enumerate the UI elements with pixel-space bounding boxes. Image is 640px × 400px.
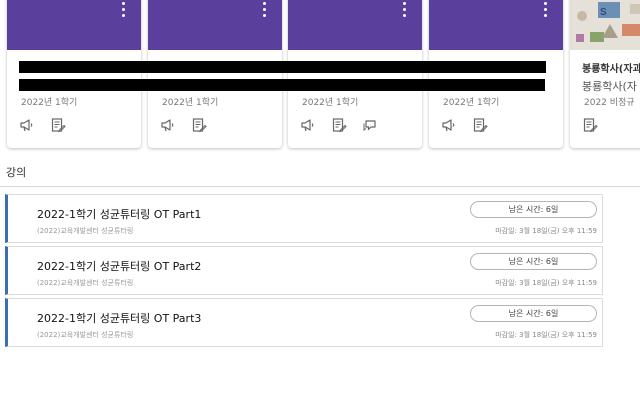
redaction-bar bbox=[19, 61, 546, 73]
dashboard: 2022년 1학기 2022년 1학기 2022년 1학기 2022년 1학기 … bbox=[0, 0, 640, 400]
assignment-icon[interactable] bbox=[191, 117, 207, 133]
assignment-icon[interactable] bbox=[331, 117, 347, 133]
course-title: 봉룡학사(자과 bbox=[582, 64, 640, 75]
svg-text:S: S bbox=[600, 7, 607, 18]
lecture-organizer: (2022)교육개발센터 성균튜터링 bbox=[37, 227, 134, 235]
announcement-icon[interactable] bbox=[300, 117, 316, 133]
lecture-deadline: 마감일: 3월 18일(금) 오후 11:59 bbox=[495, 279, 597, 287]
section-divider bbox=[0, 186, 640, 187]
course-subtitle: 봉룡학사(자 bbox=[582, 80, 637, 93]
course-term: 2022년 1학기 bbox=[443, 98, 500, 108]
course-card[interactable]: 2022년 1학기 bbox=[429, 0, 563, 148]
more-options-icon[interactable] bbox=[402, 2, 408, 20]
assignment-icon[interactable] bbox=[582, 117, 598, 133]
remaining-time-badge: 남은 시간: 6일 bbox=[470, 201, 597, 218]
more-options-icon[interactable] bbox=[121, 2, 127, 20]
more-options-icon[interactable] bbox=[262, 2, 268, 20]
course-card[interactable]: S 봉룡학사(자과 봉룡학사(자 2022 비정규 bbox=[570, 0, 640, 148]
redaction-bar bbox=[19, 79, 545, 91]
course-card[interactable]: 2022년 1학기 bbox=[7, 0, 141, 148]
course-card-row: 2022년 1학기 2022년 1학기 2022년 1학기 2022년 1학기 … bbox=[0, 0, 640, 152]
course-term: 2022 비정규 bbox=[584, 98, 635, 108]
lecture-item[interactable]: 2022-1학기 성균튜터링 OT Part2 (2022)교육개발센터 성균튜… bbox=[5, 246, 603, 295]
lecture-deadline: 마감일: 3월 18일(금) 오후 11:59 bbox=[495, 331, 597, 339]
lecture-title[interactable]: 2022-1학기 성균튜터링 OT Part3 bbox=[37, 310, 201, 326]
course-card[interactable]: 2022년 1학기 bbox=[148, 0, 282, 148]
course-term: 2022년 1학기 bbox=[21, 98, 78, 108]
lecture-title[interactable]: 2022-1학기 성균튜터링 OT Part2 bbox=[37, 258, 201, 274]
lecture-organizer: (2022)교육개발센터 성균튜터링 bbox=[37, 331, 134, 339]
course-card[interactable]: 2022년 1학기 bbox=[288, 0, 422, 148]
course-banner-image[interactable]: S bbox=[570, 0, 640, 50]
remaining-time-badge: 남은 시간: 6일 bbox=[470, 253, 597, 270]
assignment-icon[interactable] bbox=[50, 117, 66, 133]
remaining-time-badge: 남은 시간: 6일 bbox=[470, 305, 597, 322]
section-title-lectures: 강의 bbox=[6, 166, 27, 179]
discussion-icon[interactable] bbox=[362, 117, 378, 133]
lecture-list: 2022-1학기 성균튜터링 OT Part1 (2022)교육개발센터 성균튜… bbox=[5, 194, 603, 350]
lecture-organizer: (2022)교육개발센터 성균튜터링 bbox=[37, 279, 134, 287]
lecture-title[interactable]: 2022-1학기 성균튜터링 OT Part1 bbox=[37, 206, 201, 222]
announcement-icon[interactable] bbox=[19, 117, 35, 133]
announcement-icon[interactable] bbox=[441, 117, 457, 133]
lecture-deadline: 마감일: 3월 18일(금) 오후 11:59 bbox=[495, 227, 597, 235]
course-term: 2022년 1학기 bbox=[162, 98, 219, 108]
announcement-icon[interactable] bbox=[160, 117, 176, 133]
lecture-item[interactable]: 2022-1학기 성균튜터링 OT Part1 (2022)교육개발센터 성균튜… bbox=[5, 194, 603, 243]
course-term: 2022년 1학기 bbox=[302, 98, 359, 108]
lecture-item[interactable]: 2022-1학기 성균튜터링 OT Part3 (2022)교육개발센터 성균튜… bbox=[5, 298, 603, 347]
more-options-icon[interactable] bbox=[543, 2, 549, 20]
assignment-icon[interactable] bbox=[472, 117, 488, 133]
